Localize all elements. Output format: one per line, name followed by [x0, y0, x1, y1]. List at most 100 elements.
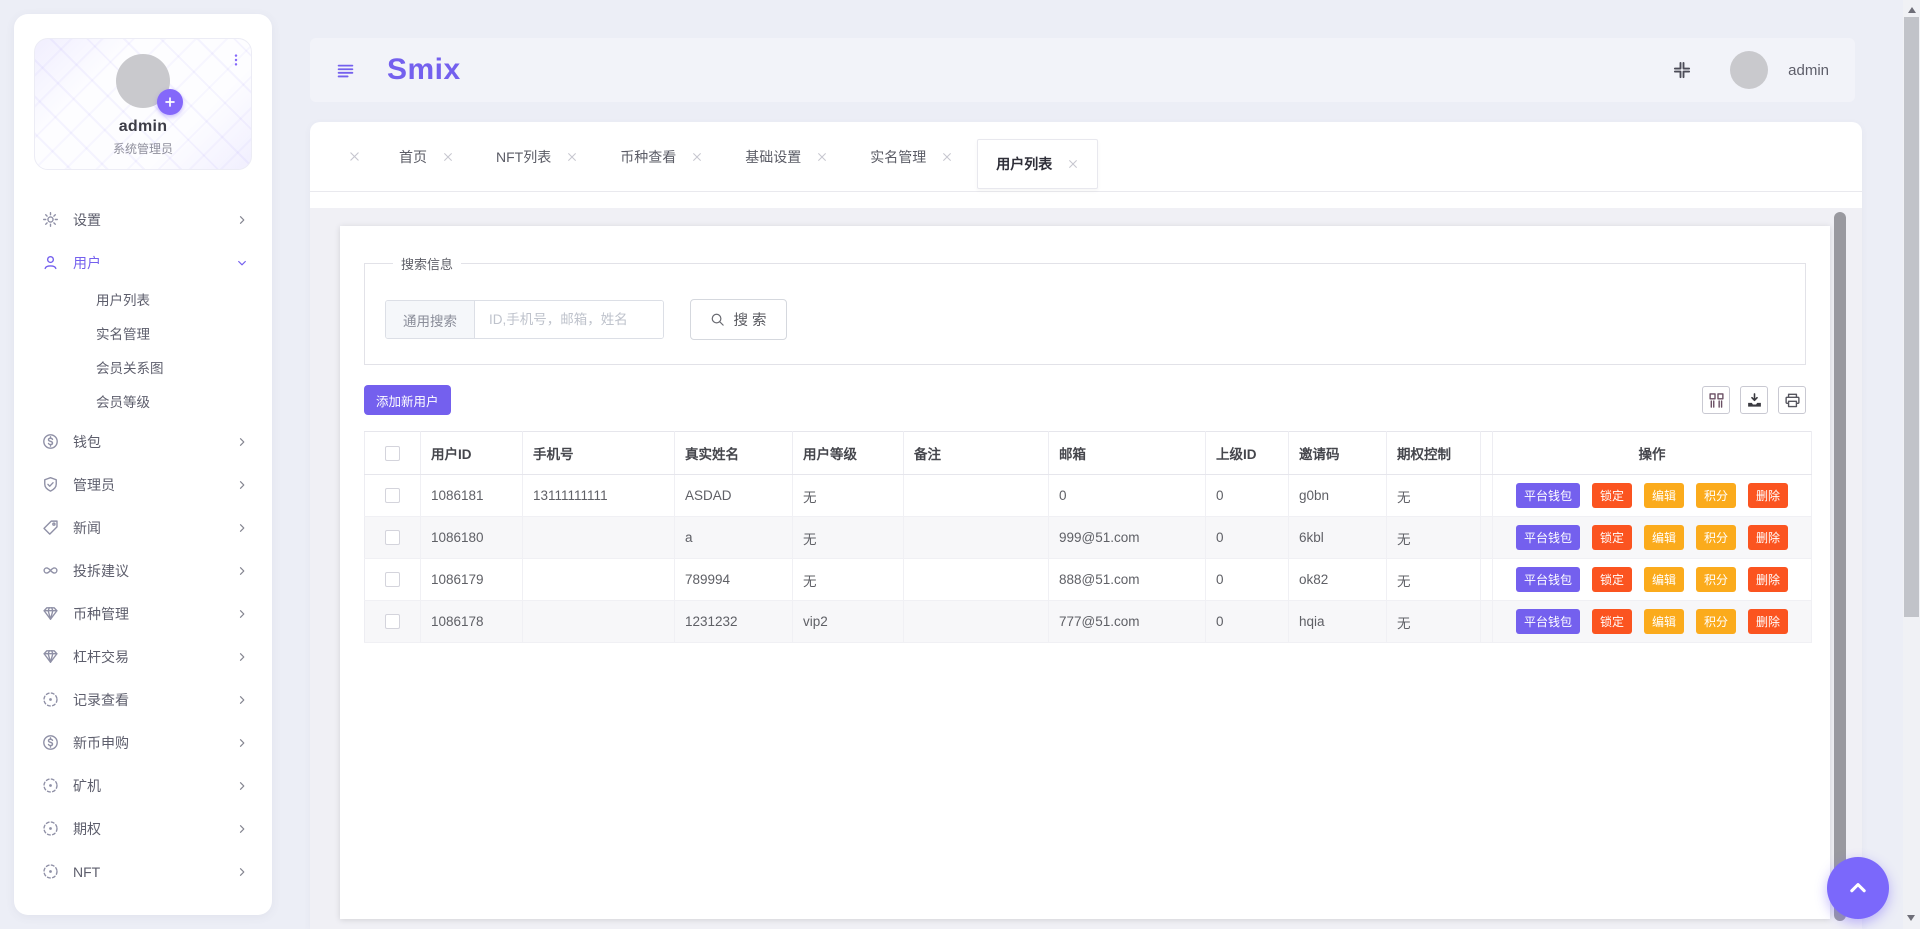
tab-2[interactable]: 币种查看: [602, 135, 721, 179]
sidebar-item-label: 投拆建议: [73, 561, 236, 581]
back-to-top-button[interactable]: [1827, 857, 1889, 919]
sidebar-item-label: 杠杆交易: [73, 647, 236, 667]
row-action-purple-0[interactable]: 平台钱包: [1516, 567, 1580, 592]
sidebar-item-infinity-5[interactable]: 投拆建议: [34, 549, 252, 592]
row-action-purple-0[interactable]: 平台钱包: [1516, 525, 1580, 550]
sidebar-item-dashed-circle-11[interactable]: 期权: [34, 807, 252, 850]
row-action-amber-3[interactable]: 积分: [1696, 609, 1736, 634]
sidebar-item-user-1[interactable]: 用户: [34, 241, 252, 284]
sidebar-item-coin-9[interactable]: 新币申购: [34, 721, 252, 764]
chevron-right-icon: [236, 479, 248, 491]
page-scrollbar[interactable]: [1903, 0, 1920, 929]
row-action-amber-2[interactable]: 编辑: [1644, 567, 1684, 592]
content-scrollbar-thumb[interactable]: [1834, 212, 1846, 921]
cell-option_control: 无: [1387, 475, 1481, 517]
close-tab-icon[interactable]: [348, 150, 361, 163]
column-header-parent_id: 上级ID: [1206, 432, 1289, 475]
row-action-purple-0[interactable]: 平台钱包: [1516, 609, 1580, 634]
app-logo[interactable]: Smix: [387, 53, 461, 87]
sidebar-subitem[interactable]: 实名管理: [34, 318, 252, 352]
cell-parent_id: 0: [1206, 559, 1289, 601]
cell-realname: a: [675, 517, 793, 559]
sidebar-subitem[interactable]: 用户列表: [34, 284, 252, 318]
select-all-checkbox[interactable]: [385, 446, 400, 461]
close-tab-icon[interactable]: [442, 151, 454, 163]
export-button[interactable]: [1740, 386, 1768, 414]
dashed-circle-icon: [42, 691, 59, 708]
chevron-down-icon: [236, 257, 248, 269]
select-all-header: [365, 432, 421, 475]
sidebar-item-dashed-circle-8[interactable]: 记录查看: [34, 678, 252, 721]
row-action-red-1[interactable]: 锁定: [1592, 483, 1632, 508]
row-action-amber-3[interactable]: 积分: [1696, 483, 1736, 508]
print-button[interactable]: [1778, 386, 1806, 414]
search-type-select[interactable]: 通用搜索: [386, 301, 475, 338]
sidebar-item-tag-4[interactable]: 新闻: [34, 506, 252, 549]
row-action-purple-0[interactable]: 平台钱包: [1516, 483, 1580, 508]
column-header-realname: 真实姓名: [675, 432, 793, 475]
sidebar-item-label: 设置: [73, 210, 236, 230]
row-action-red-4[interactable]: 删除: [1748, 567, 1788, 592]
cell-realname: 1231232: [675, 601, 793, 643]
sidebar-item-label: 新闻: [73, 518, 236, 538]
row-action-amber-2[interactable]: 编辑: [1644, 525, 1684, 550]
sidebar-item-dashed-circle-10[interactable]: 矿机: [34, 764, 252, 807]
row-action-red-4[interactable]: 删除: [1748, 609, 1788, 634]
row-checkbox[interactable]: [385, 488, 400, 503]
sidebar-subitem[interactable]: 会员等级: [34, 386, 252, 420]
tab-0[interactable]: 首页: [381, 135, 472, 179]
chevron-right-icon: [236, 694, 248, 706]
menu-toggle-icon[interactable]: [336, 62, 355, 79]
sidebar-item-gear-0[interactable]: 设置: [34, 198, 252, 241]
chevron-right-icon: [236, 651, 248, 663]
user-name[interactable]: admin: [1788, 62, 1829, 79]
sidebar-item-coin-2[interactable]: 钱包: [34, 420, 252, 463]
row-action-red-1[interactable]: 锁定: [1592, 567, 1632, 592]
cell-spacer: [1481, 517, 1493, 559]
row-checkbox[interactable]: [385, 572, 400, 587]
tab-5[interactable]: 用户列表: [977, 139, 1098, 189]
row-action-amber-2[interactable]: 编辑: [1644, 609, 1684, 634]
sidebar-item-shield-3[interactable]: 管理员: [34, 463, 252, 506]
sidebar-item-gem-6[interactable]: 币种管理: [34, 592, 252, 635]
row-action-amber-2[interactable]: 编辑: [1644, 483, 1684, 508]
row-select-cell: [365, 517, 421, 559]
page-scrollbar-thumb[interactable]: [1904, 17, 1919, 617]
add-avatar-button[interactable]: [157, 89, 183, 115]
fullscreen-icon[interactable]: [1672, 60, 1692, 80]
search-button[interactable]: 搜 索: [690, 299, 787, 340]
add-user-button[interactable]: 添加新用户: [364, 385, 451, 415]
kebab-menu-icon[interactable]: [229, 47, 243, 73]
sidebar-subitem[interactable]: 会员关系图: [34, 352, 252, 386]
tab-1[interactable]: NFT列表: [478, 135, 596, 179]
column-header-email: 邮箱: [1049, 432, 1206, 475]
row-action-red-4[interactable]: 删除: [1748, 525, 1788, 550]
row-checkbox[interactable]: [385, 530, 400, 545]
chevron-right-icon: [236, 565, 248, 577]
tab-3[interactable]: 基础设置: [727, 135, 846, 179]
tab-4[interactable]: 实名管理: [852, 135, 971, 179]
row-action-red-4[interactable]: 删除: [1748, 483, 1788, 508]
close-tab-icon[interactable]: [566, 151, 578, 163]
close-tab-icon[interactable]: [941, 151, 953, 163]
scroll-up-arrow[interactable]: [1908, 3, 1916, 13]
user-avatar[interactable]: [1730, 51, 1768, 89]
sidebar-item-label: 期权: [73, 819, 236, 839]
cell-note: [904, 601, 1049, 643]
close-tab-icon[interactable]: [816, 151, 828, 163]
close-tab-icon[interactable]: [691, 151, 703, 163]
sidebar-item-dashed-circle-12[interactable]: NFT: [34, 850, 252, 893]
search-input[interactable]: [475, 301, 663, 338]
row-action-red-1[interactable]: 锁定: [1592, 525, 1632, 550]
scroll-down-arrow[interactable]: [1907, 915, 1915, 925]
search-icon: [710, 312, 725, 327]
row-action-amber-3[interactable]: 积分: [1696, 567, 1736, 592]
sidebar-item-gem-7[interactable]: 杠杆交易: [34, 635, 252, 678]
row-action-red-1[interactable]: 锁定: [1592, 609, 1632, 634]
column-visibility-button[interactable]: [1702, 386, 1730, 414]
table-row: 1086180a无999@51.com06kbl无平台钱包锁定编辑积分删除: [365, 517, 1812, 559]
row-select-cell: [365, 601, 421, 643]
row-checkbox[interactable]: [385, 614, 400, 629]
close-tab-icon[interactable]: [1067, 158, 1079, 170]
row-action-amber-3[interactable]: 积分: [1696, 525, 1736, 550]
